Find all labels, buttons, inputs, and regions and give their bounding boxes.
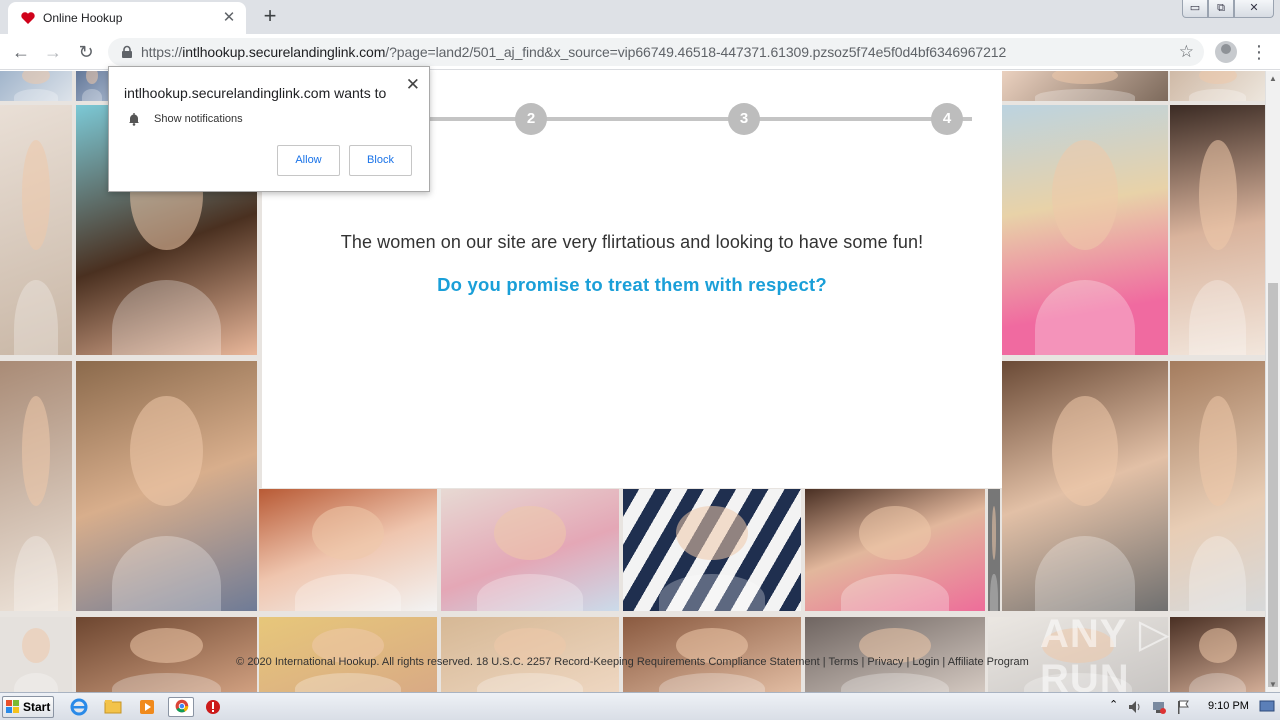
bell-icon	[129, 113, 139, 126]
scroll-thumb[interactable]	[1268, 283, 1278, 687]
page-footer: © 2020 International Hookup. All rights …	[0, 656, 1265, 668]
lock-icon[interactable]	[120, 45, 134, 59]
scroll-up-icon[interactable]: ▲	[1269, 74, 1277, 83]
volume-icon[interactable]	[1127, 699, 1143, 715]
tab-online-hookup[interactable]: Online Hookup ✕	[8, 2, 246, 34]
footer-separator: |	[906, 656, 910, 668]
progress-line	[428, 117, 972, 121]
photo-tile	[76, 71, 108, 101]
headline-text: The women on our site are very flirtatio…	[340, 232, 924, 252]
internet-explorer-icon[interactable]	[68, 697, 90, 717]
photo-tile	[0, 105, 72, 355]
question-text: Do you promise to treat them with respec…	[437, 274, 827, 295]
chrome-icon	[175, 699, 189, 713]
tab-title: Online Hookup	[43, 11, 123, 25]
allow-button[interactable]: Allow	[277, 145, 340, 176]
minimize-button[interactable]: ▭	[1182, 0, 1208, 18]
reload-button[interactable]: ↻	[74, 40, 98, 64]
photo-tile	[0, 361, 72, 611]
chrome-taskbar-button[interactable]	[168, 697, 194, 717]
photo-tile	[805, 617, 985, 692]
affiliate-link[interactable]: Affiliate Program	[948, 656, 1029, 668]
show-desktop-icon[interactable]	[1259, 698, 1275, 714]
footer-separator: |	[861, 656, 865, 668]
photo-tile	[988, 489, 1000, 611]
url-scheme: https://	[141, 44, 183, 60]
opera-icon[interactable]	[202, 697, 224, 717]
tray-expand-icon[interactable]: ⌃	[1109, 698, 1118, 711]
block-button[interactable]: Block	[349, 145, 412, 176]
photo-tile	[1170, 71, 1265, 101]
photo-tile	[623, 489, 801, 611]
step-3: 3	[728, 103, 760, 135]
taskbar-clock[interactable]: 9:10 PM	[1208, 700, 1249, 712]
privacy-link[interactable]: Privacy	[867, 656, 903, 668]
photo-tile	[441, 617, 619, 692]
tab-strip: Online Hookup ✕ + ▭ ⧉ ✕	[0, 0, 1280, 34]
windows-logo-icon	[6, 700, 19, 713]
photo-tile	[1170, 361, 1265, 611]
login-link[interactable]: Login	[912, 656, 939, 668]
taskbar: Start ⌃ 9:10 PM	[0, 692, 1280, 720]
flag-icon[interactable]	[1175, 699, 1191, 715]
photo-tile	[0, 71, 72, 101]
photo-tile	[441, 489, 619, 611]
file-explorer-icon[interactable]	[102, 697, 124, 717]
url-host: intlhookup.securelandinglink.com	[182, 44, 386, 60]
page-scrollbar[interactable]: ▲ ▼	[1265, 71, 1280, 692]
photo-tile	[76, 361, 257, 611]
photo-tile	[623, 617, 801, 692]
photo-tile	[76, 617, 257, 692]
notification-permission-popup: intlhookup.securelandinglink.com wants t…	[108, 66, 430, 192]
bookmark-star-icon[interactable]: ☆	[1179, 42, 1194, 62]
forward-button[interactable]: →	[41, 40, 65, 64]
copyright-text: © 2020 International Hookup. All rights …	[236, 656, 473, 668]
compliance-link[interactable]: 18 U.S.C. 2257 Record-Keeping Requiremen…	[476, 656, 820, 668]
start-button[interactable]: Start	[2, 696, 54, 718]
url-path: /?page=land2/501_aj_find&x_source=vip667…	[385, 44, 1007, 60]
media-player-icon[interactable]	[136, 697, 158, 717]
window-close-button[interactable]: ✕	[1234, 0, 1274, 18]
heart-icon	[21, 12, 35, 24]
photo-tile	[1002, 105, 1168, 355]
browser-toolbar: ← → ↻ https://intlhookup.securelandingli…	[0, 34, 1280, 70]
profile-avatar[interactable]	[1215, 41, 1237, 63]
close-tab-icon[interactable]: ✕	[220, 9, 238, 27]
system-tray: ⌃	[1105, 696, 1195, 718]
photo-tile	[259, 489, 437, 611]
terms-link[interactable]: Terms	[828, 656, 858, 668]
footer-separator: |	[942, 656, 946, 668]
url-text[interactable]: https://intlhookup.securelandinglink.com…	[141, 44, 1006, 60]
chrome-menu-button[interactable]: ⋮	[1250, 41, 1268, 63]
footer-separator: |	[822, 656, 826, 668]
step-4: 4	[931, 103, 963, 135]
start-label: Start	[23, 700, 51, 714]
photo-tile	[259, 617, 437, 692]
anyrun-watermark: ANY ▷ RUN	[1040, 612, 1171, 692]
popup-title: intlhookup.securelandinglink.com wants t…	[124, 85, 387, 101]
photo-tile	[1170, 105, 1265, 355]
address-bar[interactable]: https://intlhookup.securelandinglink.com…	[108, 38, 1204, 66]
scroll-down-icon[interactable]: ▼	[1269, 680, 1277, 689]
photo-tile	[1002, 71, 1168, 101]
new-tab-button[interactable]: +	[258, 5, 282, 29]
back-button[interactable]: ←	[9, 40, 33, 64]
step-2: 2	[515, 103, 547, 135]
maximize-button[interactable]: ⧉	[1208, 0, 1234, 18]
photo-tile	[0, 617, 72, 692]
popup-close-icon[interactable]: ✕	[406, 75, 420, 95]
photo-tile	[1002, 361, 1168, 611]
network-icon[interactable]	[1151, 699, 1167, 715]
permission-text: Show notifications	[154, 113, 243, 125]
photo-tile	[805, 489, 985, 611]
